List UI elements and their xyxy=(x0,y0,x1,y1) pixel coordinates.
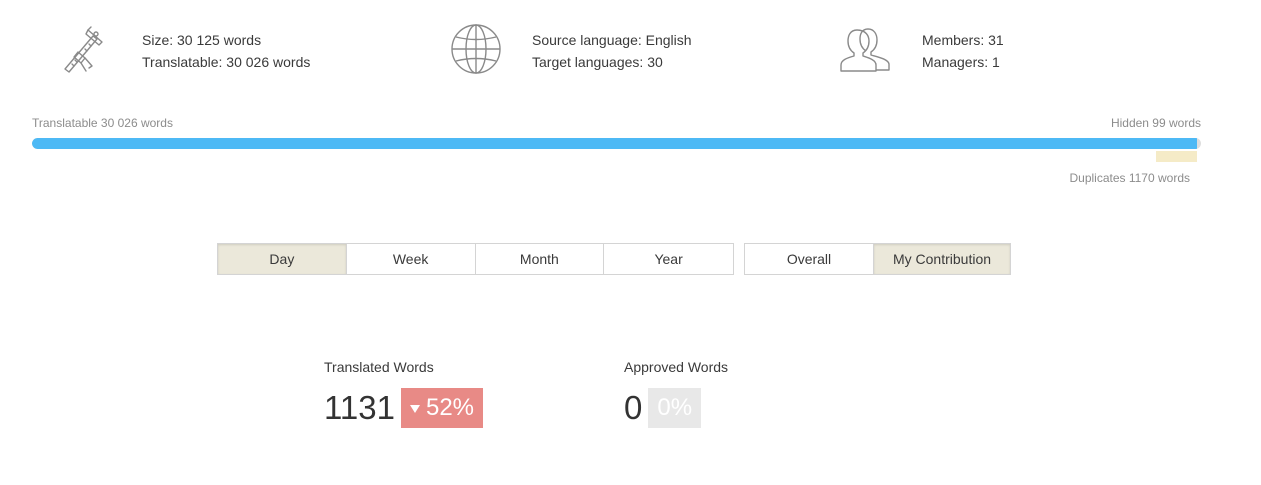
size-text: Size: 30 125 words xyxy=(142,32,262,48)
triangle-down-icon xyxy=(409,405,420,413)
approved-words-value: 0 xyxy=(624,389,643,426)
duplicates-words-label: Duplicates 1170 words xyxy=(1069,171,1190,185)
scope-selector: Overall My Contribution xyxy=(744,243,1011,275)
globe-icon xyxy=(448,22,502,76)
translatable-words-label: Translatable 30 026 words xyxy=(32,116,173,130)
translated-change-value: 52% xyxy=(425,394,475,421)
tab-week[interactable]: Week xyxy=(346,244,476,274)
managers-text: Managers: 1 xyxy=(922,54,1000,70)
caliper-icon xyxy=(58,22,112,76)
source-language-text: Source language: English xyxy=(532,32,692,48)
duplicates-segment xyxy=(1156,151,1198,162)
translated-change-badge: 52% xyxy=(400,388,484,428)
tab-day[interactable]: Day xyxy=(218,244,347,274)
translated-words-label: Translated Words xyxy=(324,359,434,375)
period-selector: Day Week Month Year xyxy=(217,243,734,275)
hidden-words-label: Hidden 99 words xyxy=(1110,116,1201,130)
tab-my-contribution[interactable]: My Contribution xyxy=(874,244,1010,274)
approved-words-label: Approved Words xyxy=(624,359,729,375)
approved-change-value: 0% xyxy=(657,394,693,421)
translated-words-value: 1131 xyxy=(324,389,395,426)
tab-month[interactable]: Month xyxy=(475,244,605,274)
translatable-text: Translatable: 30 026 words xyxy=(142,54,311,70)
members-text: Members: 31 xyxy=(922,32,1004,48)
words-progress-bar xyxy=(32,138,1201,149)
tab-year[interactable]: Year xyxy=(604,244,733,274)
translated-words-metric: Translated Words 1131 52% xyxy=(324,358,484,428)
target-languages-text: Target languages: 30 xyxy=(532,54,663,70)
translatable-segment xyxy=(32,138,1198,149)
users-icon xyxy=(838,22,892,76)
approved-words-metric: Approved Words 0 0% xyxy=(624,358,728,428)
approved-change-badge: 0% xyxy=(648,388,702,428)
tab-overall[interactable]: Overall xyxy=(745,244,874,274)
